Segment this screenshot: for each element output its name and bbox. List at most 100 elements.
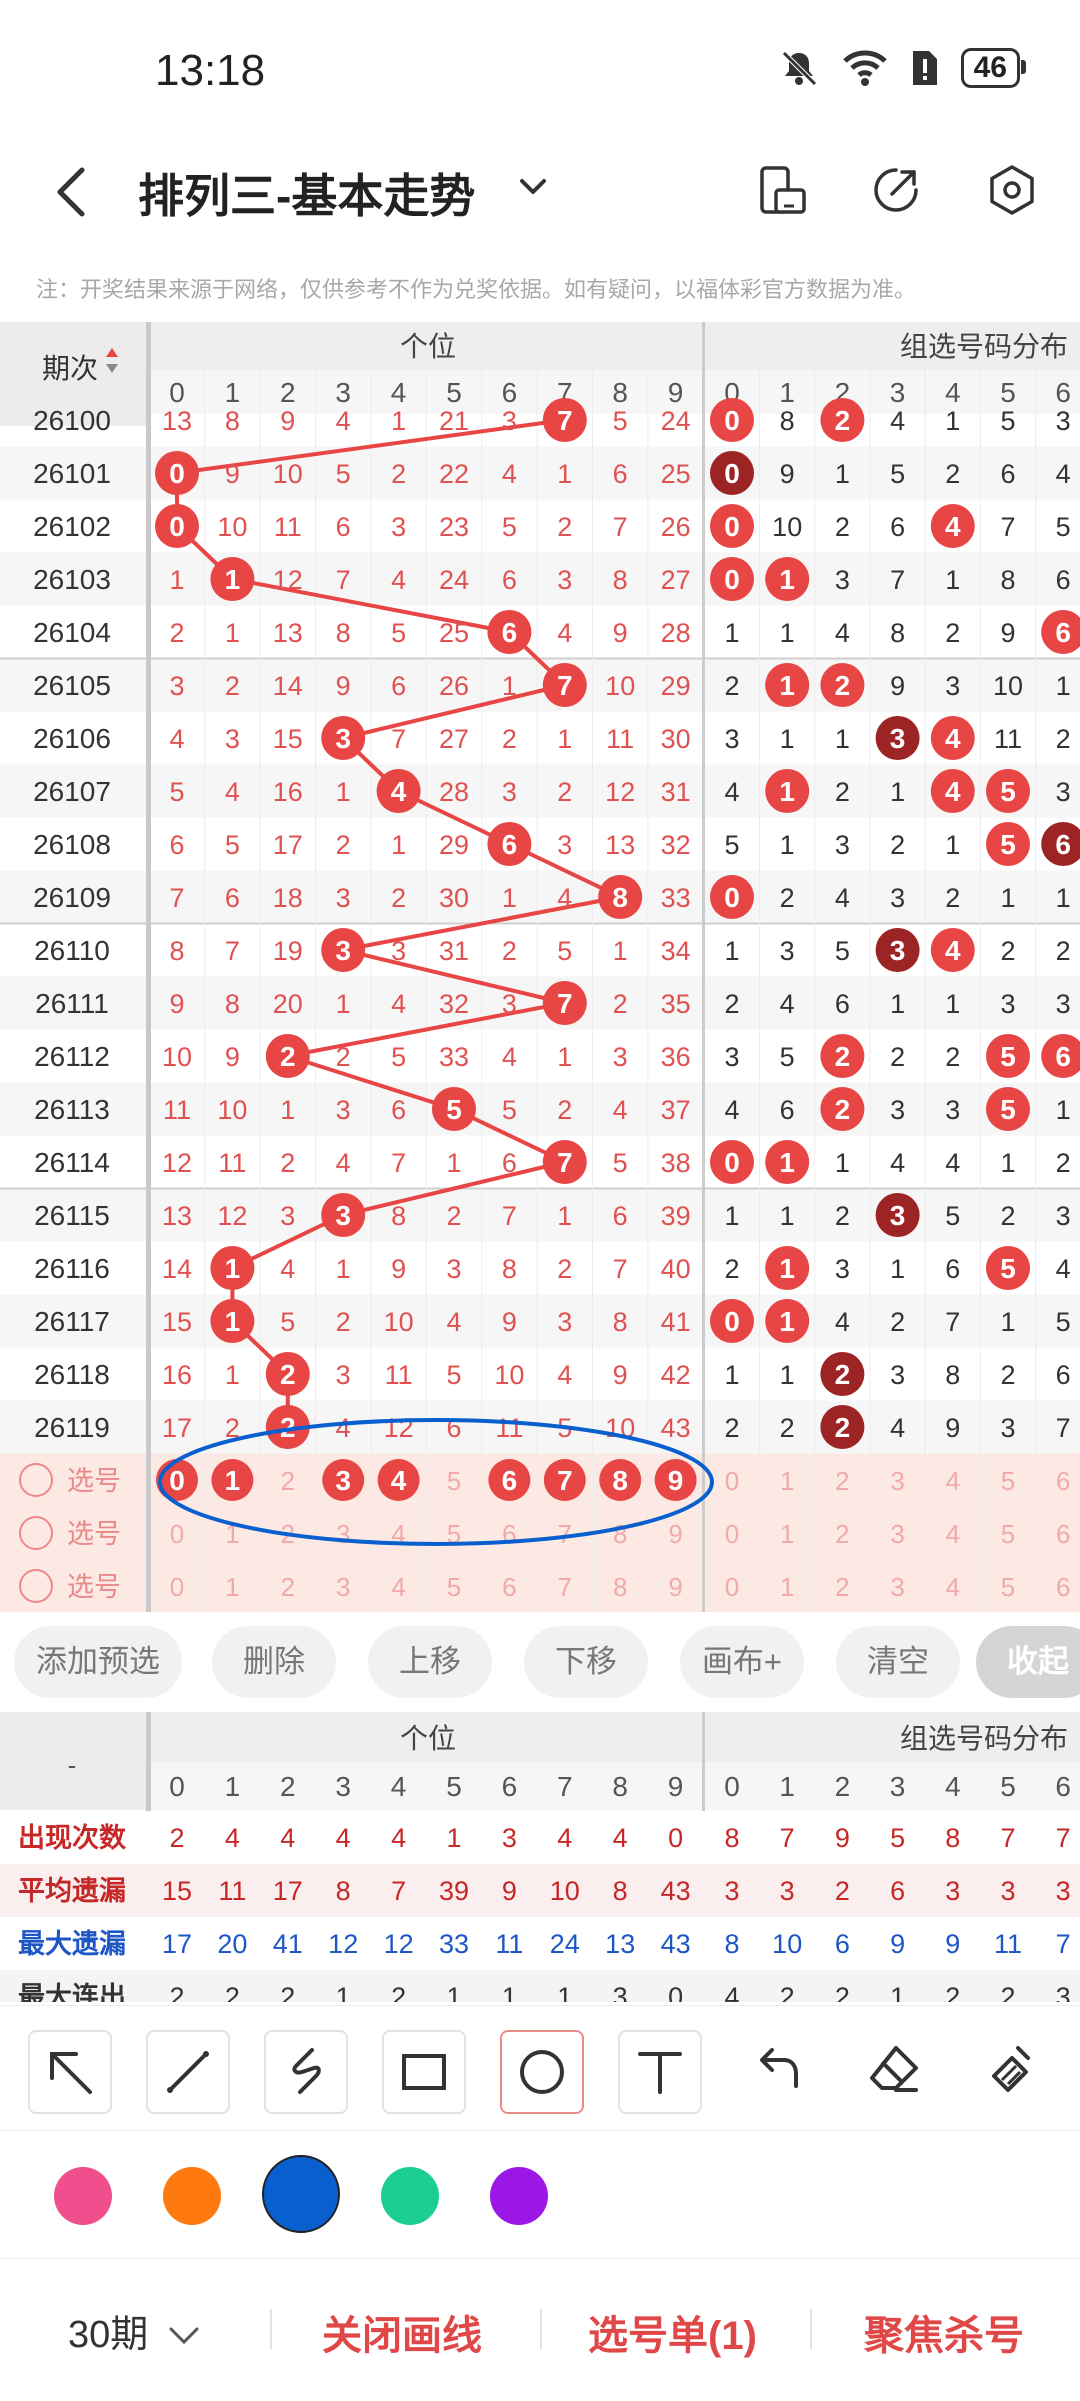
- omission-cell: 6: [613, 1201, 628, 1231]
- group-cell: 3: [724, 1042, 739, 1072]
- omission-cell: 8: [336, 618, 351, 648]
- stats-digit-header: 3: [335, 1771, 351, 1802]
- stats-group-cell: 5: [890, 1823, 905, 1853]
- line-tool-button[interactable]: [146, 2030, 230, 2114]
- color-swatch-pink[interactable]: [54, 2167, 112, 2225]
- ellipse-tool-button[interactable]: [500, 2030, 584, 2114]
- focus-kill-button[interactable]: 聚焦杀号: [864, 2303, 1024, 2361]
- omission-cell: 29: [661, 671, 691, 701]
- rectangle-tool-button[interactable]: [382, 2030, 466, 2114]
- settings-icon[interactable]: [984, 162, 1040, 218]
- group-ball-label: 2: [835, 1412, 851, 1443]
- line-icon: [167, 2051, 209, 2093]
- group-cell: 2: [724, 671, 739, 701]
- group-cell: 4: [780, 989, 795, 1019]
- clear-canvas-button[interactable]: [972, 2030, 1052, 2110]
- omission-cell: 3: [502, 989, 517, 1019]
- eraser-button[interactable]: [854, 2030, 934, 2110]
- omission-cell: 42: [661, 1360, 691, 1390]
- stats-group-cell: 2: [835, 1876, 850, 1906]
- undo-button[interactable]: [736, 2030, 816, 2110]
- group-cell: 1: [1000, 883, 1015, 913]
- omission-cell: 25: [439, 618, 469, 648]
- add-preselect-button[interactable]: 添加预选: [14, 1626, 182, 1698]
- omission-cell: 7: [391, 724, 406, 754]
- group-cell: 3: [890, 883, 905, 913]
- omission-cell: 4: [336, 406, 351, 436]
- omission-cell: 13: [273, 618, 303, 648]
- canvas-plus-button[interactable]: 画布+: [680, 1626, 804, 1698]
- omission-cell: 3: [557, 1307, 572, 1337]
- stats-group-cell: 7: [1056, 1929, 1071, 1959]
- group-cell: 3: [724, 724, 739, 754]
- chevron-down-icon[interactable]: [516, 170, 550, 204]
- group-ball-label: 0: [724, 1147, 740, 1178]
- arrow-tool-button[interactable]: [28, 2030, 112, 2114]
- stats-cell: 2: [280, 1982, 295, 2002]
- group-cell: 1: [780, 618, 795, 648]
- select-group-digit: 2: [835, 1466, 849, 1496]
- select-row-label: 选号: [67, 1572, 121, 1602]
- color-swatch-green[interactable]: [381, 2167, 439, 2225]
- group-cell: 8: [945, 1360, 960, 1390]
- omission-cell: 10: [162, 1042, 192, 1072]
- group-cell: 3: [835, 565, 850, 595]
- group-cell: 7: [890, 565, 905, 595]
- curve-tool-button[interactable]: [264, 2030, 348, 2114]
- group-cell: 6: [1056, 1360, 1071, 1390]
- omission-cell: 10: [494, 1360, 524, 1390]
- stats-cell: 8: [613, 1876, 628, 1906]
- omission-cell: 1: [225, 1360, 240, 1390]
- omission-cell: 4: [502, 459, 517, 489]
- omission-cell: 7: [391, 1148, 406, 1178]
- units-digit-header: 2: [280, 377, 296, 408]
- collapse-button[interactable]: 收起: [976, 1626, 1080, 1698]
- color-swatch-blue[interactable]: [262, 2155, 340, 2233]
- winning-ball-label: 3: [335, 935, 351, 966]
- move-down-button[interactable]: 下移: [524, 1626, 648, 1698]
- omission-cell: 3: [169, 671, 184, 701]
- stats-row-label: 最大遗漏: [18, 1929, 126, 1959]
- action-buttons: 添加预选 删除 上移 下移 画布+ 清空 收起: [0, 1622, 1080, 1702]
- rectangle-icon: [402, 2054, 446, 2090]
- close-lines-button[interactable]: 关闭画线: [322, 2303, 482, 2361]
- omission-cell: 4: [557, 1360, 572, 1390]
- group-digit-header: 4: [945, 377, 961, 408]
- clear-button[interactable]: 清空: [836, 1626, 960, 1698]
- winning-ball-label: 1: [225, 1253, 241, 1284]
- orientation-icon[interactable]: [754, 162, 810, 218]
- stats-digit-header: 1: [225, 1771, 241, 1802]
- omission-cell: 14: [162, 1254, 192, 1284]
- group-cell: 4: [890, 406, 905, 436]
- select-digit: 2: [281, 1572, 295, 1602]
- omission-cell: 8: [502, 1254, 517, 1284]
- chevron-down-icon: [169, 2327, 199, 2345]
- back-arrow-icon[interactable]: [48, 162, 98, 222]
- group-cell: 1: [890, 777, 905, 807]
- stats-group-header: 6: [1055, 1771, 1071, 1802]
- share-icon[interactable]: [868, 162, 924, 218]
- omission-cell: 2: [336, 1042, 351, 1072]
- group-cell: 1: [945, 565, 960, 595]
- move-up-button[interactable]: 上移: [368, 1626, 492, 1698]
- omission-cell: 31: [661, 777, 691, 807]
- section-units-title: 个位: [400, 331, 456, 362]
- period-selector[interactable]: 30期: [68, 2303, 201, 2358]
- omission-cell: 10: [217, 512, 247, 542]
- trend-chart[interactable]: 期次个位 组选号码分布0 1 2 3 4 5 6 7 8 9 0 1 2 3 4 5 626100 13 8 9 4 1 21…: [0, 322, 1080, 1612]
- delete-button[interactable]: 删除: [212, 1626, 336, 1698]
- color-swatch-purple[interactable]: [490, 2167, 548, 2225]
- group-cell: 8: [1000, 565, 1015, 595]
- page-title[interactable]: 排列三-基本走势: [138, 160, 475, 226]
- omission-cell: 3: [502, 406, 517, 436]
- stats-group-header: 5: [1000, 1771, 1016, 1802]
- ticket-button[interactable]: 选号单(1): [588, 2303, 757, 2361]
- omission-cell: 1: [280, 1095, 295, 1125]
- omission-cell: 2: [280, 1148, 295, 1178]
- group-digit-header: 6: [1055, 377, 1071, 408]
- period-cell: 26107: [33, 776, 111, 807]
- color-swatch-orange[interactable]: [163, 2167, 221, 2225]
- group-ball-label: 3: [890, 1200, 906, 1231]
- text-tool-button[interactable]: [618, 2030, 702, 2114]
- group-cell: 2: [945, 883, 960, 913]
